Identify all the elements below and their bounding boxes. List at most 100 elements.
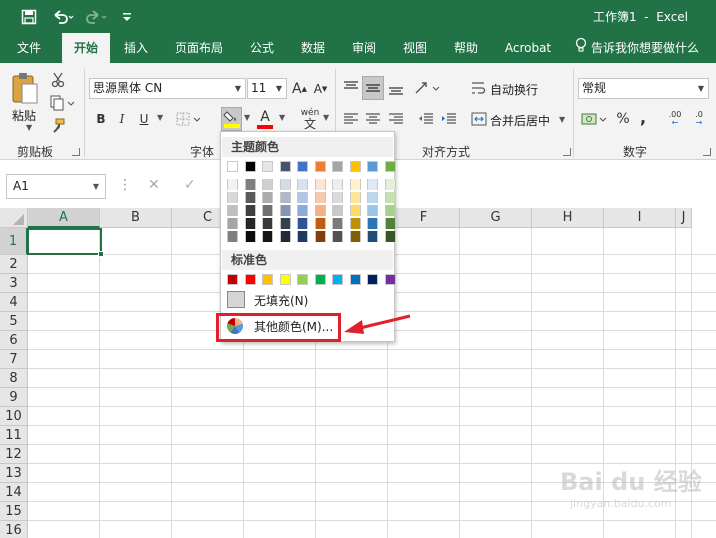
standard-color-swatch[interactable] <box>367 274 378 285</box>
italic-button[interactable]: I <box>114 109 130 129</box>
number-format-combo[interactable]: 常规 ▼ <box>578 78 709 99</box>
alignment-launcher-icon[interactable] <box>563 148 571 156</box>
phonetic-button[interactable]: wén 文 <box>297 107 323 131</box>
theme-shade-swatch[interactable] <box>297 192 308 203</box>
column-header-f[interactable]: F <box>388 208 460 228</box>
enter-icon[interactable]: ✓ <box>184 177 196 193</box>
phonetic-dropdown-icon[interactable]: ▼ <box>323 113 329 122</box>
theme-shade-swatch[interactable] <box>314 192 326 203</box>
row-header-2[interactable]: 2 <box>0 255 28 274</box>
theme-shade-swatch[interactable] <box>227 231 238 242</box>
row-header-14[interactable]: 14 <box>0 483 28 502</box>
standard-color-swatch[interactable] <box>384 274 396 285</box>
tab-review[interactable]: 审阅 <box>341 33 387 63</box>
theme-color-swatch[interactable] <box>262 161 273 172</box>
standard-color-swatch[interactable] <box>227 274 238 285</box>
theme-shade-swatch[interactable] <box>367 231 378 242</box>
theme-shade-swatch[interactable] <box>262 218 273 229</box>
standard-color-swatch[interactable] <box>314 274 326 285</box>
row-header-10[interactable]: 10 <box>0 407 28 426</box>
theme-shade-swatch[interactable] <box>384 179 396 190</box>
row-header-12[interactable]: 12 <box>0 445 28 464</box>
theme-shade-swatch[interactable] <box>279 218 291 229</box>
theme-shade-swatch[interactable] <box>349 179 361 190</box>
theme-shade-swatch[interactable] <box>367 192 378 203</box>
theme-shade-swatch[interactable] <box>244 231 256 242</box>
row-header-5[interactable]: 5 <box>0 312 28 331</box>
row-header-11[interactable]: 11 <box>0 426 28 445</box>
no-fill-option[interactable]: 无填充(N) <box>223 289 393 311</box>
row-header-7[interactable]: 7 <box>0 350 28 369</box>
decrease-font-size-button[interactable]: A ▼ <box>312 78 329 99</box>
font-color-button[interactable]: A <box>255 107 275 131</box>
theme-shade-swatch[interactable] <box>297 218 308 229</box>
theme-shade-swatch[interactable] <box>297 205 308 216</box>
format-painter-icon[interactable] <box>48 117 68 135</box>
theme-shade-swatch[interactable] <box>262 231 273 242</box>
theme-shade-swatch[interactable] <box>279 192 291 203</box>
row-header-9[interactable]: 9 <box>0 388 28 407</box>
theme-shade-swatch[interactable] <box>227 192 238 203</box>
column-header-g[interactable]: G <box>460 208 532 228</box>
theme-color-swatch[interactable] <box>349 161 361 172</box>
customize-icon[interactable] <box>120 0 134 33</box>
orientation-icon[interactable] <box>413 77 443 99</box>
redo-icon[interactable] <box>84 0 110 33</box>
column-header-a[interactable]: A <box>28 208 100 228</box>
merge-center-icon[interactable] <box>470 109 488 129</box>
name-box[interactable]: A1 ▼ <box>6 174 106 199</box>
clipboard-launcher-icon[interactable] <box>72 148 80 156</box>
theme-shade-swatch[interactable] <box>244 205 256 216</box>
tell-me-box[interactable]: 告诉我你想要做什么 <box>575 33 713 63</box>
theme-color-swatch[interactable] <box>244 161 256 172</box>
align-bottom-icon[interactable] <box>385 77 407 99</box>
tab-formulas[interactable]: 公式 <box>240 33 284 63</box>
theme-shade-swatch[interactable] <box>367 218 378 229</box>
tab-insert[interactable]: 插入 <box>113 33 159 63</box>
theme-shade-swatch[interactable] <box>367 205 378 216</box>
column-header-b[interactable]: B <box>100 208 172 228</box>
theme-shade-swatch[interactable] <box>384 192 396 203</box>
standard-color-swatch[interactable] <box>332 274 343 285</box>
row-header-13[interactable]: 13 <box>0 464 28 483</box>
tab-home[interactable]: 开始 <box>62 33 110 63</box>
bold-button[interactable]: B <box>93 109 109 129</box>
theme-shade-swatch[interactable] <box>279 179 291 190</box>
align-right-icon[interactable] <box>385 109 407 129</box>
align-top-icon[interactable] <box>340 77 362 99</box>
underline-button[interactable]: U <box>136 109 152 129</box>
row-header-15[interactable]: 15 <box>0 502 28 521</box>
row-header-4[interactable]: 4 <box>0 293 28 312</box>
theme-shade-swatch[interactable] <box>332 231 343 242</box>
theme-shade-swatch[interactable] <box>384 205 396 216</box>
theme-shade-swatch[interactable] <box>349 192 361 203</box>
number-launcher-icon[interactable] <box>703 148 711 156</box>
font-name-combo[interactable]: 思源黑体 CN ▼ <box>89 78 246 99</box>
row-header-8[interactable]: 8 <box>0 369 28 388</box>
percent-button[interactable]: % <box>614 109 632 129</box>
theme-shade-swatch[interactable] <box>227 179 238 190</box>
borders-icon[interactable] <box>175 109 203 129</box>
theme-shade-swatch[interactable] <box>314 218 326 229</box>
tab-data[interactable]: 数据 <box>290 33 336 63</box>
paste-button[interactable]: 粘贴 <box>12 107 36 124</box>
theme-shade-swatch[interactable] <box>262 179 273 190</box>
theme-shade-swatch[interactable] <box>262 192 273 203</box>
theme-shade-swatch[interactable] <box>244 192 256 203</box>
theme-shade-swatch[interactable] <box>262 205 273 216</box>
column-header-i[interactable]: I <box>604 208 676 228</box>
theme-shade-swatch[interactable] <box>332 205 343 216</box>
theme-shade-swatch[interactable] <box>367 179 378 190</box>
theme-shade-swatch[interactable] <box>384 231 396 242</box>
cancel-icon[interactable]: ✕ <box>148 177 160 193</box>
increase-indent-icon[interactable] <box>438 109 460 129</box>
tab-page-layout[interactable]: 页面布局 <box>166 33 232 63</box>
wrap-text-icon[interactable] <box>470 77 488 99</box>
font-color-dropdown-icon[interactable]: ▼ <box>279 113 285 122</box>
theme-shade-swatch[interactable] <box>297 231 308 242</box>
tab-acrobat[interactable]: Acrobat <box>496 33 560 63</box>
theme-shade-swatch[interactable] <box>349 218 361 229</box>
theme-color-swatch[interactable] <box>367 161 378 172</box>
increase-font-size-button[interactable]: A ▲ <box>291 78 308 99</box>
theme-shade-swatch[interactable] <box>332 192 343 203</box>
